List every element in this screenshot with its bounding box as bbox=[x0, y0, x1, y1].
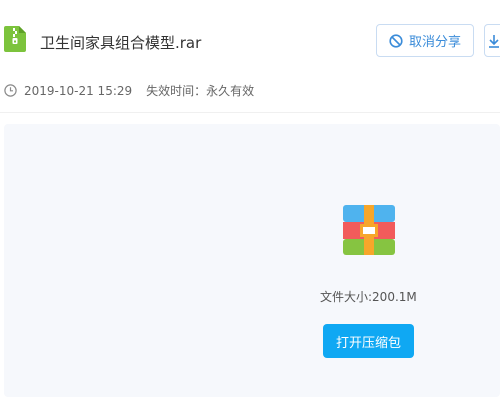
clock-icon bbox=[4, 84, 17, 97]
preview-area bbox=[4, 124, 500, 397]
cancel-share-button[interactable]: 取消分享 bbox=[376, 24, 474, 57]
file-name: 卫生间家具组合模型.rar bbox=[40, 34, 202, 52]
file-meta: 2019-10-21 15:29 失效时间：永久有效 bbox=[4, 82, 254, 99]
archive-icon bbox=[343, 205, 395, 255]
cancel-share-label: 取消分享 bbox=[408, 35, 461, 50]
file-size: 文件大小:200.1M bbox=[320, 290, 417, 304]
download-button[interactable] bbox=[484, 24, 500, 57]
divider bbox=[0, 112, 500, 113]
open-archive-button[interactable]: 打开压缩包 bbox=[323, 324, 414, 358]
share-date: 2019-10-21 15:29 bbox=[24, 83, 133, 98]
expire-time: 失效时间：永久有效 bbox=[146, 84, 255, 98]
file-header: 卫生间家具组合模型.rar 取消分享 2019-10-21 15:29 失效时间… bbox=[0, 0, 500, 110]
zip-file-icon bbox=[4, 26, 26, 52]
ban-icon bbox=[389, 33, 403, 48]
download-icon bbox=[489, 35, 499, 48]
